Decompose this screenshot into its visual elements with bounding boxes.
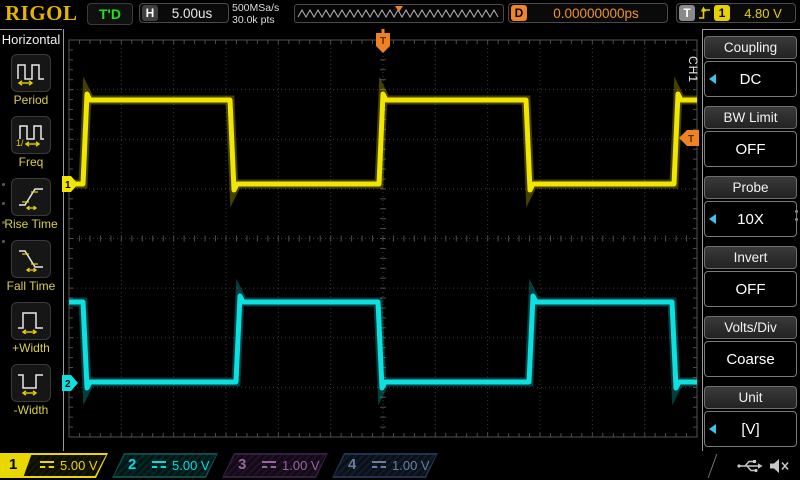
svg-text:1: 1 (65, 180, 71, 191)
channel-status-bar: 1 5.00 V 2 5.00 V 3 1.00 V 4 1.00 V (0, 452, 800, 480)
menu-arrow-icon (709, 214, 716, 224)
trigger-status-badge: T'D (87, 3, 133, 25)
channel-number: 4 (348, 456, 356, 473)
measure-item-rise-time[interactable]: Rise Time (0, 178, 62, 231)
rising-edge-icon (698, 5, 711, 21)
left-menu-title: Horizontal (0, 32, 62, 47)
fall-time-icon (16, 246, 46, 272)
waveform-preview-bar[interactable] (294, 4, 504, 23)
preview-waveform (295, 5, 503, 22)
channel-3-status[interactable]: 3 1.00 V (222, 453, 328, 478)
freq-icon: 1/ (16, 122, 46, 148)
sample-rate-value: 500MSa/s (232, 2, 279, 14)
measure-item-freq[interactable]: 1/ Freq (0, 116, 62, 169)
menu-item-coupling[interactable]: Coupling DC (704, 36, 797, 97)
menu-arrow-icon (709, 424, 716, 434)
menu-page-dot (795, 210, 798, 213)
svg-text:T: T (380, 36, 386, 47)
channel-scale: 1.00 V (282, 458, 320, 473)
right-panel-divider (702, 29, 800, 30)
channel-scale: 5.00 V (60, 458, 98, 473)
h-icon: H (142, 5, 158, 21)
dc-coupling-icon (152, 461, 166, 468)
channel-4-status[interactable]: 4 1.00 V (332, 453, 438, 478)
right-panel-border (702, 29, 703, 451)
svg-text:1/: 1/ (16, 138, 24, 148)
speaker-muted-icon (770, 459, 788, 473)
measure-item-nwidth[interactable]: -Width (0, 364, 62, 417)
trigger-t-icon: T (679, 5, 695, 21)
channel-1-status[interactable]: 1 5.00 V (0, 453, 108, 478)
trigger-box[interactable]: T 1 4.80 V (676, 3, 796, 23)
delay-value: 0.00000000ps (527, 6, 665, 21)
menu-value: 10X (737, 211, 764, 228)
delay-box[interactable]: D 0.00000000ps (508, 3, 668, 23)
channel-menu: Coupling DC BW Limit OFF Probe 10X Inver… (704, 36, 797, 456)
memory-depth-value: 30.0k pts (232, 14, 279, 26)
menu-value: Coarse (726, 351, 774, 368)
waveform-display: 1 2 T T (62, 28, 700, 452)
dc-coupling-icon (372, 461, 386, 468)
menu-item-bw-limit[interactable]: BW Limit OFF (704, 106, 797, 167)
channel-scale: 5.00 V (172, 458, 210, 473)
svg-text:T: T (688, 134, 694, 145)
svg-text:2: 2 (65, 379, 71, 390)
dc-coupling-icon (40, 461, 54, 468)
oscilloscope-screen: RIGOL T'D H 5.00us 500MSa/s 30.0k pts D … (0, 0, 800, 480)
channel-number: 3 (238, 456, 246, 473)
measure-item-pwidth[interactable]: +Width (0, 302, 62, 355)
period-icon (16, 60, 46, 86)
menu-item-volts-div[interactable]: Volts/Div Coarse (704, 316, 797, 377)
menu-arrow-icon (709, 74, 716, 84)
top-bar: RIGOL T'D H 5.00us 500MSa/s 30.0k pts D … (0, 0, 800, 28)
minus-width-icon (16, 370, 46, 396)
scroll-indicator-dot (2, 221, 5, 224)
horizontal-measure-menu: Horizontal Period 1/ Freq (0, 28, 62, 452)
menu-value: DC (740, 71, 762, 88)
menu-value: OFF (736, 281, 766, 298)
scroll-indicator-dot (2, 240, 5, 243)
trigger-level-value: 4.80 V (733, 6, 793, 21)
channel-number: 1 (9, 456, 17, 473)
menu-item-probe[interactable]: Probe 10X (704, 176, 797, 237)
menu-item-unit[interactable]: Unit [V] (704, 386, 797, 447)
plus-width-icon (16, 308, 46, 334)
acquisition-info: 500MSa/s 30.0k pts (232, 2, 279, 26)
scroll-indicator-dot (2, 202, 5, 205)
menu-item-invert[interactable]: Invert OFF (704, 246, 797, 307)
menu-value: [V] (741, 421, 759, 438)
channel-number: 2 (128, 456, 136, 473)
timebase-value: 5.00us (158, 6, 226, 21)
menu-value: OFF (736, 141, 766, 158)
horizontal-timebase-box[interactable]: H 5.00us (139, 3, 229, 23)
menu-channel-label: CH1 (686, 56, 700, 83)
status-divider (708, 454, 718, 478)
trigger-source-badge: 1 (714, 5, 730, 21)
measure-item-period[interactable]: Period (0, 54, 62, 107)
rigol-logo: RIGOL (5, 1, 78, 26)
measure-item-fall-time[interactable]: Fall Time (0, 240, 62, 293)
scroll-indicator-dot (2, 183, 5, 186)
channel-2-status[interactable]: 2 5.00 V (112, 453, 218, 478)
preview-trigger-marker (395, 6, 403, 12)
delay-d-icon: D (511, 5, 527, 21)
dc-coupling-icon (262, 461, 276, 468)
menu-page-dot (795, 218, 798, 221)
usb-icon (737, 460, 762, 472)
channel-scale: 1.00 V (392, 458, 430, 473)
rise-time-icon (16, 184, 46, 210)
